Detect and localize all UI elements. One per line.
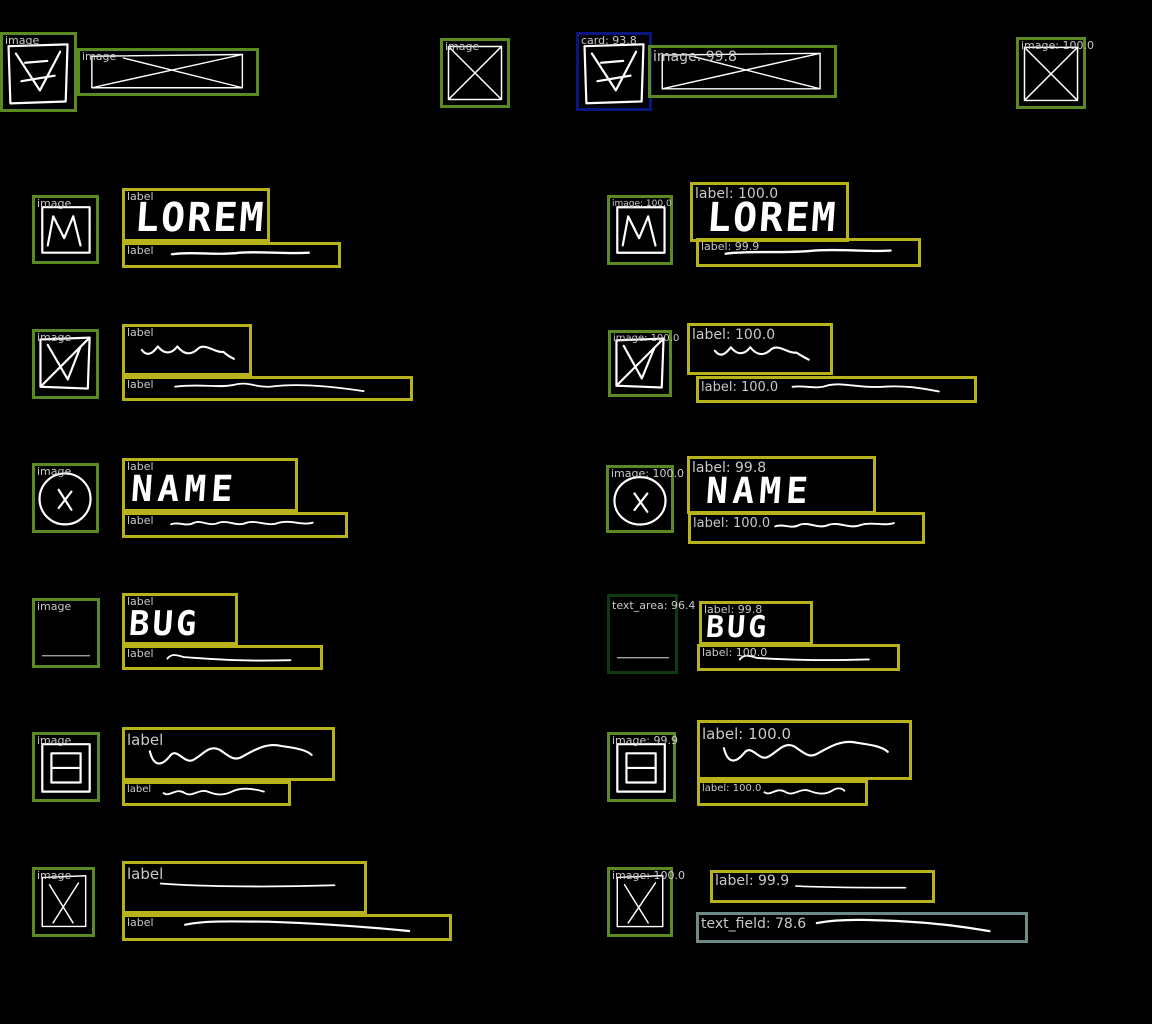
left-row4-subtitle: label [122, 645, 323, 670]
tag: label [127, 244, 154, 257]
right-row3-image: image: 100.0 [606, 465, 684, 533]
tag: image [37, 734, 72, 747]
tag: label [127, 865, 164, 883]
tag: label: 99.9 [715, 873, 790, 889]
tag: image: 100.0 [612, 199, 672, 209]
left-header-image-2: image [77, 48, 259, 96]
right-header-image-3: image: 100.0 [1016, 37, 1094, 109]
right-row5-image: image: 99.9 [607, 732, 678, 802]
tag: image [37, 600, 72, 613]
tag: image: 99.8 [653, 49, 737, 65]
left-row3-title: NAME label [122, 458, 298, 512]
tag: label: 99.8 [692, 460, 767, 476]
tag: label [127, 647, 154, 660]
tag: label [127, 784, 152, 795]
tag: image: 100.0 [613, 333, 680, 344]
tag: text_area: 96.4 [612, 599, 696, 612]
left-row3-image: image [32, 463, 99, 533]
right-row1-image: image: 100.0 [607, 195, 673, 265]
right-row2-image: image: 100.0 [608, 330, 679, 397]
left-row4-image: image [32, 598, 100, 668]
right-header-card: card: 93.8 [576, 32, 652, 111]
left-row6-title: label [122, 861, 367, 914]
word: BUG [127, 604, 201, 644]
tag: label: 99.8 [704, 603, 763, 616]
tag: label: 100.0 [702, 646, 768, 659]
tag: image: 100.0 [612, 869, 685, 882]
tag: label: 100.0 [701, 380, 779, 395]
right-row4-title: BUG label: 99.8 [699, 601, 813, 645]
tag: label [127, 916, 154, 929]
left-row6-image: image [32, 867, 95, 937]
tag: image: 99.9 [612, 734, 678, 747]
left-row5-subtitle: label [122, 781, 291, 806]
right-row5-title: label: 100.0 [697, 720, 912, 780]
tag: label: 100.0 [693, 516, 771, 531]
right-row3-subtitle: label: 100.0 [688, 512, 925, 544]
word: NAME [129, 469, 240, 510]
tag: label [127, 190, 154, 203]
tag: image [5, 34, 40, 47]
tag: label: 100.0 [702, 783, 762, 794]
right-row1-title: LOREM label: 100.0 [690, 182, 849, 242]
left-row5-title: label [122, 727, 335, 781]
right-row6-image: image: 100.0 [607, 867, 685, 937]
left-row2-title: label [122, 324, 252, 376]
tag: image [37, 331, 72, 344]
tag: label [127, 595, 154, 608]
left-header-image-3: image [440, 38, 510, 108]
word: NAME [704, 471, 815, 512]
tag: label [127, 460, 154, 473]
tag: text_field: 78.6 [701, 916, 807, 932]
right-row2-title: label: 100.0 [687, 323, 833, 375]
right-row3-title: NAME label: 99.8 [687, 456, 876, 514]
left-row5-image: image [32, 732, 100, 802]
tag: image [445, 40, 480, 53]
tag: label: 100.0 [692, 327, 776, 343]
left-row6-subtitle: label [122, 914, 452, 941]
left-header-image-1: image [0, 32, 77, 112]
right-header-image-2: image: 99.8 [648, 45, 837, 98]
left-row1-image: image [32, 195, 99, 264]
right-row6-text-field[interactable]: text_field: 78.6 [696, 912, 1028, 943]
left-row4-title: BUG label [122, 593, 238, 645]
right-row4-text-area[interactable]: text_area: 96.4 [607, 594, 695, 674]
tag: label: 99.9 [701, 240, 760, 253]
tag: label: 100.0 [702, 725, 792, 743]
left-row3-subtitle: label [122, 512, 348, 538]
tag: label: 100.0 [695, 186, 779, 202]
left-row2-image: image [32, 329, 99, 399]
left-row1-title: LOREM label [122, 188, 270, 242]
tag: image [37, 197, 72, 210]
tag: label [127, 731, 164, 749]
right-row5-subtitle: label: 100.0 [697, 780, 868, 806]
right-row4-subtitle: label: 100.0 [697, 644, 900, 671]
right-row2-subtitle: label: 100.0 [696, 376, 977, 403]
tag: label [127, 514, 154, 527]
tag: label [127, 326, 154, 339]
tag: card: 93.8 [581, 34, 637, 47]
left-row1-subtitle: label [122, 242, 341, 268]
tag: image [37, 869, 72, 882]
right-row6-title: label: 99.9 [710, 870, 935, 903]
right-row1-subtitle: label: 99.9 [696, 238, 921, 267]
tag: label [127, 378, 154, 391]
tag: image: 100.0 [1021, 39, 1094, 52]
left-row2-subtitle: label [122, 376, 413, 401]
tag: image [82, 50, 117, 63]
tag: image: 100.0 [611, 467, 684, 480]
tag: image [37, 465, 72, 478]
